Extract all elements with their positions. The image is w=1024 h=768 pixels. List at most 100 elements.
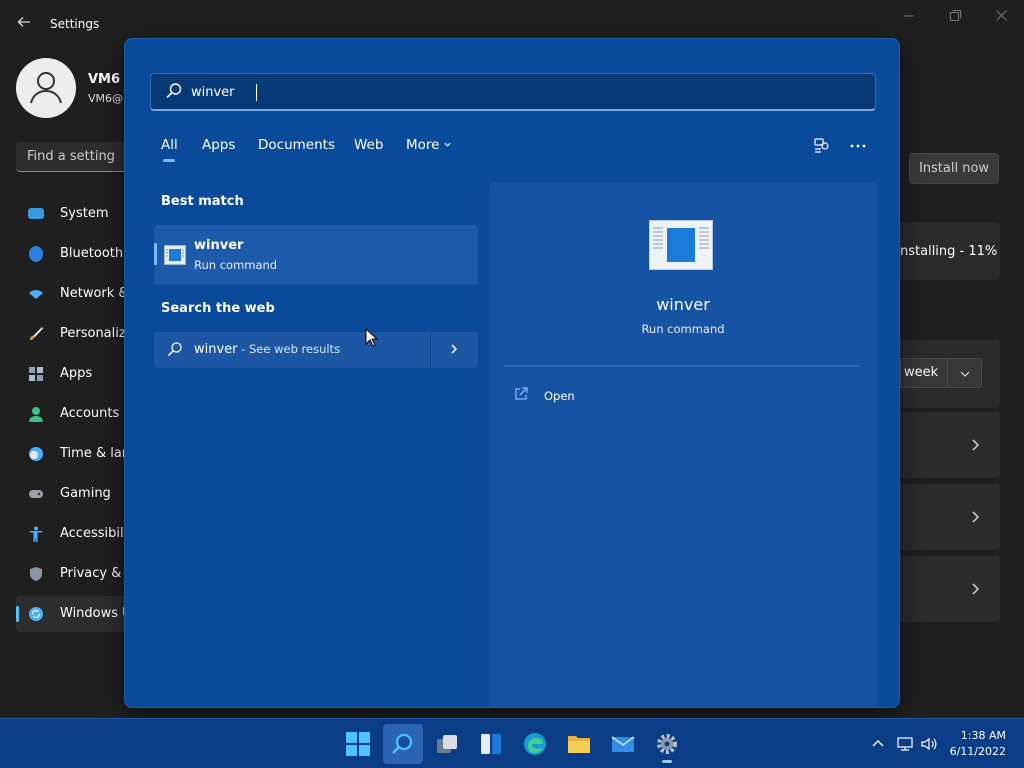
start-button[interactable] (338, 724, 378, 764)
settings-taskbar-button[interactable] (647, 724, 687, 764)
tab-documents[interactable]: Documents (258, 137, 335, 153)
sidebar-item-windows-update[interactable]: Windows U (16, 596, 136, 632)
widgets-icon (481, 734, 501, 754)
mouse-cursor-icon (365, 328, 379, 347)
monitor-icon (28, 208, 44, 219)
sidebar-item-accessibility[interactable]: Accessibilit (16, 516, 136, 552)
sidebar-item-label: Personaliza (60, 326, 134, 341)
restore-icon (949, 10, 961, 21)
search-icon (392, 733, 413, 754)
profile-email: VM6@ (88, 92, 124, 105)
file-explorer-button[interactable] (559, 724, 599, 764)
chevron-right-icon (972, 511, 979, 523)
text-caret (256, 84, 257, 101)
settings-card[interactable] (900, 556, 1000, 622)
windows-update-icon (29, 607, 43, 621)
chevron-up-icon[interactable] (869, 735, 887, 753)
gamepad-icon (29, 490, 43, 498)
settings-card[interactable] (900, 484, 1000, 550)
search-icon (167, 342, 182, 357)
sidebar-item-label: Gaming (60, 486, 111, 501)
sidebar-item-label: Network & (60, 286, 129, 301)
back-button[interactable] (14, 14, 34, 34)
search-flyout: All Apps Documents Web More Best match w… (124, 38, 900, 708)
close-button[interactable] (978, 8, 1024, 38)
tab-more[interactable]: More (406, 137, 452, 153)
bluetooth-icon (29, 246, 43, 262)
sidebar-item-label: Privacy & s (60, 566, 133, 581)
chevron-down-icon (444, 142, 452, 147)
taskbar: 1:38 AM 6/11/2022 (0, 718, 1024, 768)
sidebar-item-accounts[interactable]: Accounts (16, 396, 136, 432)
tab-apps[interactable]: Apps (202, 137, 235, 153)
install-now-button[interactable]: Install now (909, 153, 999, 184)
run-command-icon (649, 220, 713, 270)
pause-duration-dropdown[interactable]: week (900, 358, 982, 388)
sidebar-item-network[interactable]: Network & (16, 276, 136, 312)
chevron-right-icon (972, 583, 979, 595)
search-box[interactable] (150, 73, 876, 111)
sidebar-item-system[interactable]: System (16, 196, 136, 232)
minimize-button[interactable] (886, 8, 932, 38)
tab-more-label: More (406, 137, 440, 153)
task-view-button[interactable] (427, 724, 467, 764)
sidebar-item-label: Windows U (60, 606, 132, 621)
detail-divider (504, 365, 860, 367)
minimize-icon (904, 15, 914, 17)
mail-button[interactable] (603, 724, 643, 764)
sidebar-item-label: Accessibilit (60, 526, 133, 541)
settings-card[interactable] (900, 412, 1000, 478)
web-result-separator (430, 332, 431, 368)
result-subtitle: Run command (194, 258, 278, 272)
search-web-heading: Search the web (161, 301, 275, 316)
web-result-term: winver (194, 342, 238, 357)
task-view-icon (437, 735, 457, 753)
sidebar-item-label: Apps (60, 366, 93, 381)
open-action-label: Open (544, 389, 575, 403)
more-options-icon[interactable] (847, 135, 869, 157)
result-title: winver (194, 238, 244, 253)
open-external-icon (515, 387, 528, 400)
sidebar-item-label: System (60, 206, 109, 221)
chevron-right-icon[interactable] (449, 341, 459, 357)
sidebar-item-label: Time & lar (60, 446, 128, 461)
detail-subtitle: Run command (641, 322, 725, 336)
sidebar-item-label: Bluetooth (60, 246, 124, 261)
web-result-suffix: - See web results (237, 342, 341, 356)
search-icon (166, 83, 182, 99)
sidebar-item-apps[interactable]: Apps (16, 356, 136, 392)
search-history-icon[interactable] (811, 135, 833, 157)
result-detail-pane: winver Run command Open (489, 182, 877, 707)
clock-date[interactable]: 6/11/2022 (946, 745, 1006, 758)
run-command-icon (164, 245, 186, 265)
app-title: Settings (50, 17, 100, 31)
restore-button[interactable] (932, 8, 978, 38)
sidebar-item-time-language[interactable]: Time & lar (16, 436, 136, 472)
installing-status: nstalling - 11% (900, 244, 998, 259)
avatar[interactable] (16, 58, 76, 118)
sidebar-item-bluetooth[interactable]: Bluetooth (16, 236, 136, 272)
widgets-button[interactable] (471, 724, 511, 764)
person-icon (30, 72, 62, 104)
best-match-heading: Best match (161, 194, 244, 209)
search-taskbar-button[interactable] (383, 724, 423, 764)
tab-web[interactable]: Web (354, 137, 383, 153)
sidebar-item-personalization[interactable]: Personaliza (16, 316, 136, 352)
search-input[interactable] (191, 81, 851, 103)
volume-icon[interactable] (920, 735, 938, 753)
sidebar-item-gaming[interactable]: Gaming (16, 476, 136, 512)
best-match-result[interactable]: winver Run command (154, 225, 478, 285)
gear-icon (657, 734, 677, 754)
edge-browser-button[interactable] (515, 724, 555, 764)
clock-globe-icon (29, 447, 43, 461)
web-result-text: winver - See web results (194, 342, 340, 357)
network-icon[interactable] (896, 735, 914, 753)
web-search-result[interactable]: winver - See web results (154, 332, 478, 368)
chevron-down-icon (960, 371, 970, 377)
tab-all[interactable]: All (161, 137, 178, 162)
clock-time[interactable]: 1:38 AM (954, 729, 1006, 742)
accessibility-icon (30, 526, 42, 542)
sidebar-item-privacy[interactable]: Privacy & s (16, 556, 136, 592)
profile-name: VM6 (88, 72, 121, 87)
find-setting-input[interactable]: Find a setting (16, 142, 136, 172)
